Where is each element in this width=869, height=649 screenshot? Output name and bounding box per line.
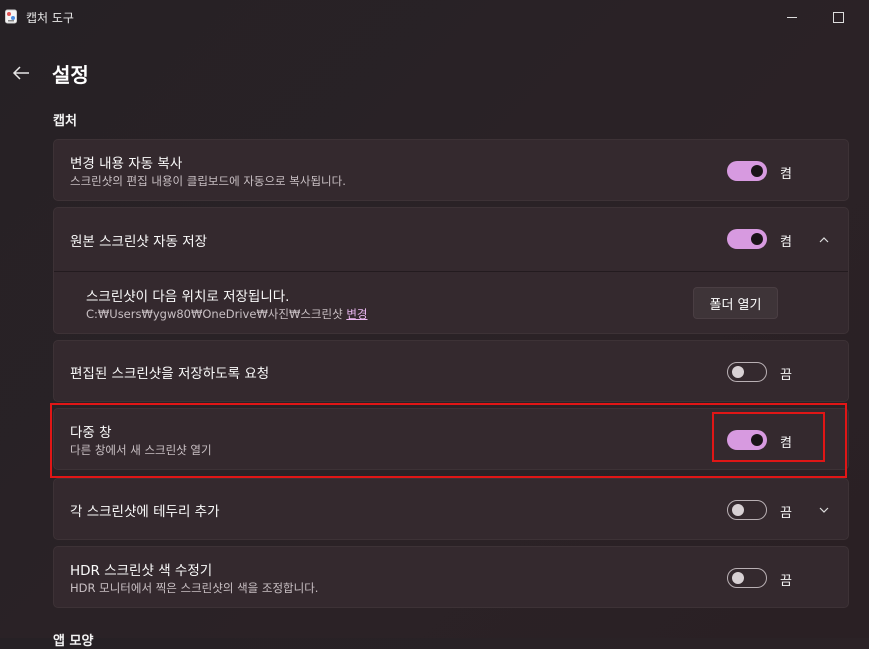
toggle-knob — [751, 165, 763, 177]
open-folder-button[interactable]: 폴더 열기 — [693, 287, 778, 319]
setting-title: 변경 내용 자동 복사 — [70, 156, 183, 172]
setting-card-hdr: HDR 스크린샷 색 수정기 HDR 모니터에서 찍은 스크린샷의 색을 조정합… — [53, 546, 849, 608]
toggle-state-label: 켬 — [780, 167, 792, 182]
snipping-tool-icon — [5, 9, 17, 24]
border-toggle[interactable] — [727, 500, 767, 520]
setting-title: 원본 스크린샷 자동 저장 — [70, 234, 208, 250]
toggle-knob — [751, 233, 763, 245]
setting-subtitle: HDR 모니터에서 찍은 스크린샷의 색을 조정합니다. — [70, 581, 319, 595]
prompt-save-toggle[interactable] — [727, 362, 767, 382]
save-location-path-line: C:₩Users₩ygw80₩OneDrive₩사진₩스크린샷 변경 — [86, 306, 368, 322]
change-location-link[interactable]: 변경 — [346, 307, 367, 321]
toggle-state-label: 끔 — [780, 506, 792, 521]
toggle-knob — [732, 366, 744, 378]
save-location-title: 스크린샷이 다음 위치로 저장됩니다. — [86, 289, 290, 305]
setting-subtitle: 스크린샷의 편집 내용이 클립보드에 자동으로 복사됩니다. — [70, 174, 346, 188]
expand-button[interactable] — [816, 502, 832, 518]
section-header-app-appearance: 앱 모양 — [53, 634, 94, 649]
setting-title: 편집된 스크린샷을 저장하도록 요청 — [70, 366, 270, 382]
toggle-knob — [732, 572, 744, 584]
setting-card-prompt-save: 편집된 스크린샷을 저장하도록 요청 끔 — [53, 340, 849, 402]
maximize-icon — [832, 11, 844, 23]
setting-title: 각 스크린샷에 테두리 추가 — [70, 504, 220, 520]
setting-card-auto-copy: 변경 내용 자동 복사 스크린샷의 편집 내용이 클립보드에 자동으로 복사됩니… — [53, 139, 849, 201]
hdr-toggle[interactable] — [727, 568, 767, 588]
page-title: 설정 — [52, 63, 89, 87]
save-location-path: C:₩Users₩ygw80₩OneDrive₩사진₩스크린샷 — [86, 307, 343, 321]
chevron-down-icon — [819, 507, 829, 513]
back-button[interactable] — [8, 60, 34, 86]
arrow-left-icon — [12, 66, 29, 80]
collapse-button[interactable] — [816, 232, 832, 248]
maximize-button[interactable] — [815, 0, 861, 34]
save-location-row: 스크린샷이 다음 위치로 저장됩니다. C:₩Users₩ygw80₩OneDr… — [54, 272, 848, 333]
toggle-knob — [732, 504, 744, 516]
minimize-icon — [787, 16, 797, 18]
app-title: 캡처 도구 — [26, 11, 74, 25]
auto-copy-toggle[interactable] — [727, 161, 767, 181]
toggle-state-label: 켬 — [780, 235, 792, 250]
chevron-up-icon — [819, 237, 829, 243]
toggle-state-label: 끔 — [780, 574, 792, 589]
setting-title: HDR 스크린샷 색 수정기 — [70, 563, 213, 579]
auto-save-toggle[interactable] — [727, 229, 767, 249]
toggle-state-label: 끔 — [780, 368, 792, 383]
section-header-capture: 캡처 — [53, 114, 77, 129]
highlight-box-multi-window-toggle — [712, 412, 825, 462]
minimize-button[interactable] — [769, 0, 815, 34]
setting-card-auto-save: 원본 스크린샷 자동 저장 켬 스크린샷이 다음 위치로 저장됩니다. C:₩U… — [53, 207, 849, 334]
setting-card-border: 각 스크린샷에 테두리 추가 끔 — [53, 478, 849, 540]
title-bar: 캡처 도구 — [0, 0, 869, 34]
